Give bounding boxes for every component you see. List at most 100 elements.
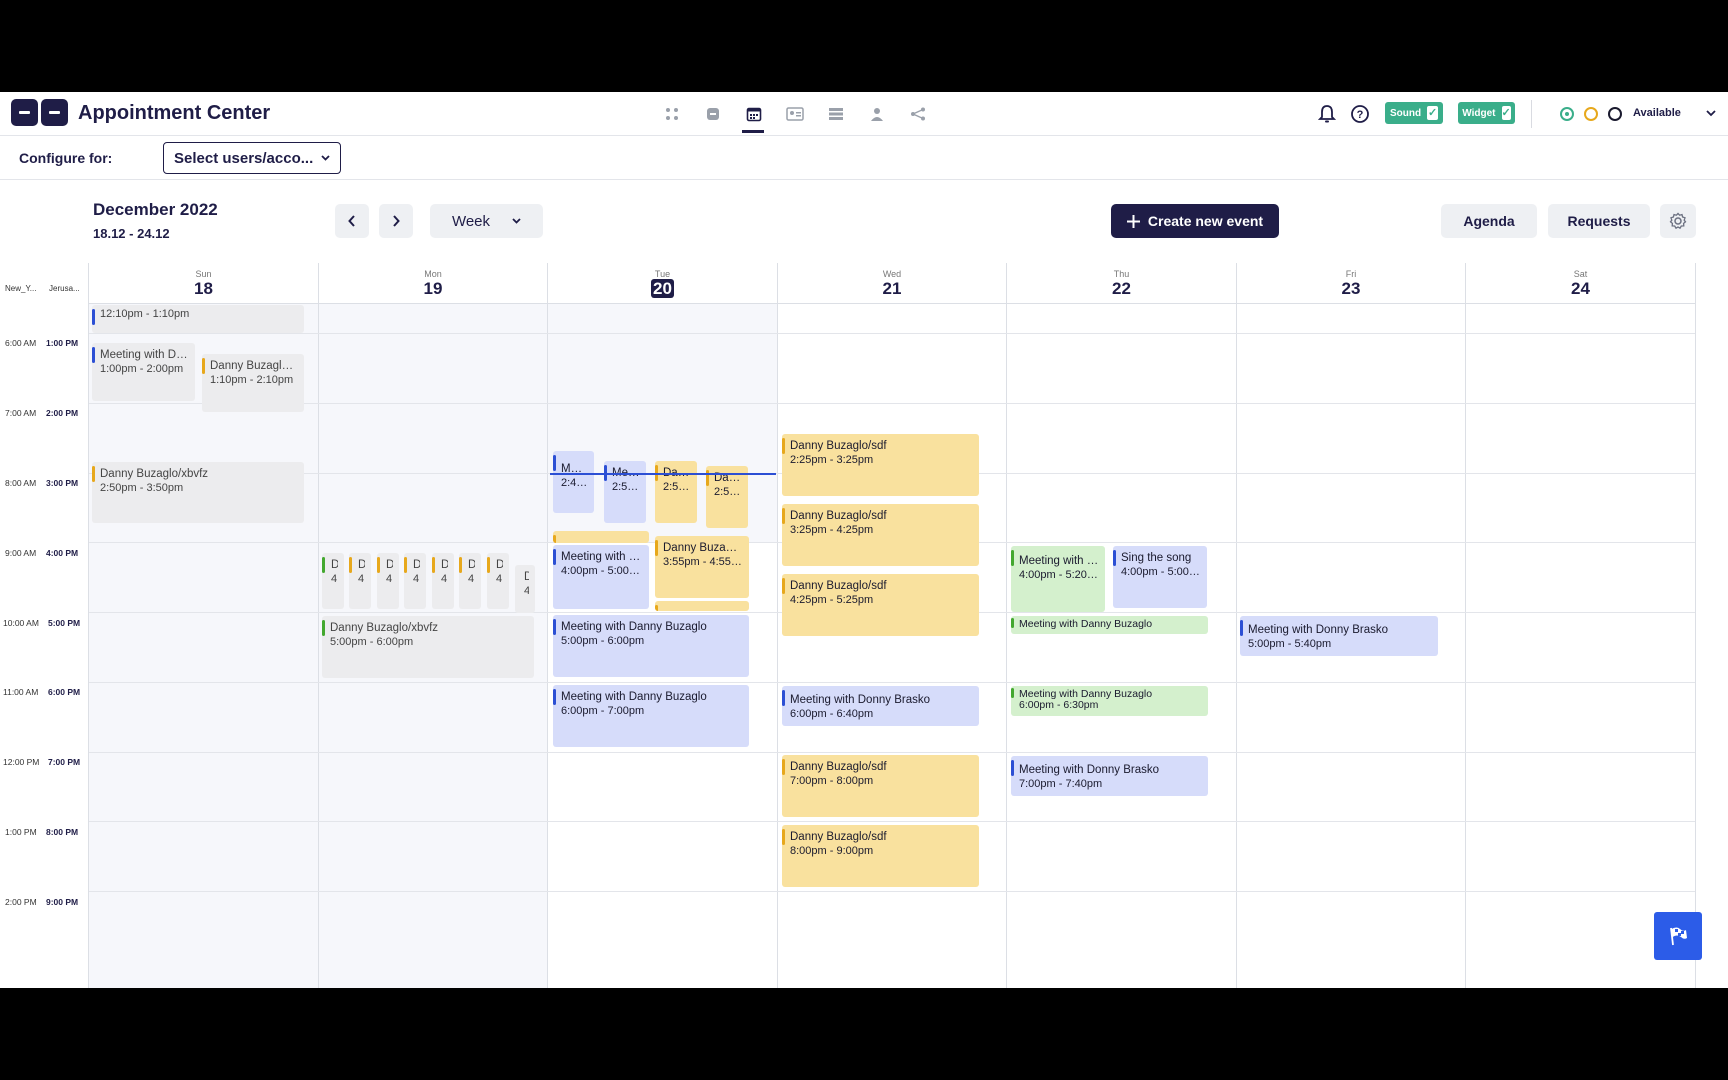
help-icon[interactable]: ? xyxy=(1349,102,1371,126)
users-select-value: Select users/acco... xyxy=(174,149,314,167)
calendar-event[interactable]: Meeting with Da... 1:00pm - 2:00pm xyxy=(92,343,195,401)
calendar-event[interactable]: D. 4. xyxy=(349,553,371,609)
feedback-flag-button[interactable] xyxy=(1654,912,1702,960)
widget-toggle-label: Widget xyxy=(1462,107,1496,119)
time-label-ny: 6:00 AM xyxy=(5,338,37,348)
day-header[interactable]: Sun 18 xyxy=(89,263,318,304)
calendar-event[interactable]: D. 4. xyxy=(459,553,481,609)
view-select[interactable]: Week xyxy=(430,204,543,238)
calendar-event[interactable]: Meeting with Danny Buzaglo xyxy=(1011,616,1208,634)
agenda-button[interactable]: Agenda xyxy=(1441,204,1537,238)
day-name: Thu xyxy=(1113,269,1130,279)
calendar-event[interactable]: Meeting with Donny Brasko 6:00pm - 6:40p… xyxy=(782,686,979,726)
time-label-ny: 10:00 AM xyxy=(3,618,39,628)
day-column-sat[interactable]: Sat 24 xyxy=(1466,263,1696,988)
dashboard-icon[interactable] xyxy=(660,100,684,128)
app-logo[interactable] xyxy=(11,99,68,126)
calendar-event[interactable]: Meet... 2:50p... xyxy=(604,461,646,523)
next-week-button[interactable] xyxy=(379,204,413,238)
time-label-ny: 8:00 AM xyxy=(5,478,37,488)
time-label-jlm: 1:00 PM xyxy=(46,338,79,348)
calendar-event[interactable]: Danny Buzaglo/sdf 4:25pm - 5:25pm xyxy=(782,574,979,636)
calendar-event[interactable]: Meeting with Donny Brasko 7:00pm - 7:40p… xyxy=(1011,756,1208,796)
calendar-event[interactable]: Sing the song 4:00pm - 5:00pm xyxy=(1113,546,1207,608)
calendar-event[interactable]: D. 4. xyxy=(432,553,454,609)
calendar-icon[interactable] xyxy=(742,100,766,133)
notifications-bell-icon[interactable] xyxy=(1317,102,1337,126)
calendar-event[interactable]: Dann... 2:50p... xyxy=(655,461,697,523)
calendar-event[interactable]: D. 4. xyxy=(487,553,509,609)
event-time: 4. xyxy=(468,573,475,585)
day-number: 21 xyxy=(882,279,902,298)
contact-card-icon[interactable] xyxy=(783,100,807,128)
status-away-radio[interactable] xyxy=(1584,107,1598,121)
hour-line xyxy=(89,821,1695,822)
chat-icon[interactable] xyxy=(701,100,725,128)
calendar-event[interactable] xyxy=(655,601,749,611)
calendar-event[interactable]: D. 4. xyxy=(515,565,535,613)
day-header[interactable]: Mon 19 xyxy=(319,263,547,304)
calendar-event[interactable]: Meeting with Donny Brasko 5:00pm - 5:40p… xyxy=(1240,616,1438,656)
create-event-label: Create new event xyxy=(1147,213,1264,229)
status-offline-radio[interactable] xyxy=(1608,107,1622,121)
status-chevron-down-icon[interactable] xyxy=(1703,106,1719,120)
day-header[interactable]: Sat 24 xyxy=(1466,263,1695,304)
sound-toggle[interactable]: Sound ✓ xyxy=(1385,102,1443,124)
day-header[interactable]: Thu 22 xyxy=(1007,263,1236,304)
event-title: Meeting with Da... xyxy=(100,349,189,361)
logo-square-right xyxy=(41,99,68,126)
widget-toggle[interactable]: Widget ✓ xyxy=(1458,102,1515,124)
hour-line xyxy=(89,752,1695,753)
share-icon[interactable] xyxy=(906,100,930,128)
status-online-radio[interactable] xyxy=(1560,107,1574,121)
calendar-event[interactable]: Danny Buzaglo/sdf 3:25pm - 4:25pm xyxy=(782,504,979,566)
event-title: Danny Buzaglo/... xyxy=(210,360,298,372)
calendar-event[interactable]: Meeting with Danny Buzaglo 6:00pm - 7:00… xyxy=(553,685,749,747)
time-label-jlm: 8:00 PM xyxy=(46,827,79,837)
calendar-event[interactable]: Danny Buzaglo... 3:55pm - 4:55pm xyxy=(655,536,749,598)
event-time: 7:00pm - 8:00pm xyxy=(790,775,874,787)
calendar-event[interactable]: D. 4. xyxy=(404,553,426,609)
list-icon[interactable] xyxy=(824,100,848,128)
event-time: 4. xyxy=(413,573,420,585)
hour-line xyxy=(89,891,1695,892)
users-accounts-select[interactable]: Select users/acco... xyxy=(163,142,341,174)
day-header[interactable]: Wed 21 xyxy=(778,263,1006,304)
previous-week-button[interactable] xyxy=(335,204,369,238)
calendar-event[interactable]: Meeting with H... 4:00pm - 5:20pm xyxy=(1011,546,1105,612)
calendar-event[interactable]: Meeting with D... 4:00pm - 5:00pm xyxy=(553,545,649,609)
sound-toggle-label: Sound xyxy=(1390,107,1422,119)
event-time: 4. xyxy=(358,573,365,585)
calendar-event[interactable]: Danny Buzaglo/sdf 7:00pm - 8:00pm xyxy=(782,755,979,817)
day-header[interactable]: Tue 20 xyxy=(548,263,777,304)
timezone-jerusalem: Jerusa... xyxy=(49,284,80,293)
calendar-event[interactable]: Dann... 2:55p... xyxy=(706,466,748,528)
chevron-right-icon xyxy=(393,215,400,227)
calendar-event[interactable]: D. 4. xyxy=(322,553,344,609)
month-title: December 2022 xyxy=(93,200,218,219)
calendar-event[interactable] xyxy=(553,531,649,543)
calendar-event[interactable]: Danny Buzaglo/sdf 2:25pm - 3:25pm xyxy=(782,434,979,496)
requests-button[interactable]: Requests xyxy=(1548,204,1650,238)
create-new-event-button[interactable]: Create new event xyxy=(1111,204,1279,238)
user-icon[interactable] xyxy=(865,100,889,128)
time-label-ny: 7:00 AM xyxy=(5,408,37,418)
calendar-event[interactable]: Danny Buzaglo/sdf 8:00pm - 9:00pm xyxy=(782,825,979,887)
day-number: 19 xyxy=(423,279,443,298)
event-time: 6:00pm - 6:40pm xyxy=(790,708,874,720)
calendar-event[interactable]: 12:10pm - 1:10pm xyxy=(92,305,304,333)
calendar-event[interactable]: Meeting with Danny Buzaglo 6:00pm - 6:30… xyxy=(1011,686,1208,716)
calendar-settings-button[interactable] xyxy=(1660,204,1696,238)
calendar-event[interactable]: Danny Buzaglo/... 1:10pm - 2:10pm xyxy=(202,354,304,412)
calendar-event[interactable]: D. 4. xyxy=(377,553,399,609)
calendar-event[interactable]: Meeting with Danny Buzaglo 5:00pm - 6:00… xyxy=(553,615,749,677)
calendar-event[interactable]: Danny Buzaglo/xbvfz 2:50pm - 3:50pm xyxy=(92,462,304,523)
plus-icon xyxy=(1126,214,1140,228)
day-name: Wed xyxy=(882,269,902,279)
event-title: Danny Buzaglo/sdf xyxy=(790,761,887,773)
calendar-event[interactable]: Meet... 2:40p... xyxy=(553,451,594,513)
calendar-event[interactable]: Danny Buzaglo/xbvfz 5:00pm - 6:00pm xyxy=(322,616,534,678)
logo-square-left xyxy=(11,99,38,126)
event-time: 6:00pm - 7:00pm xyxy=(561,705,645,717)
day-header[interactable]: Fri 23 xyxy=(1237,263,1465,304)
